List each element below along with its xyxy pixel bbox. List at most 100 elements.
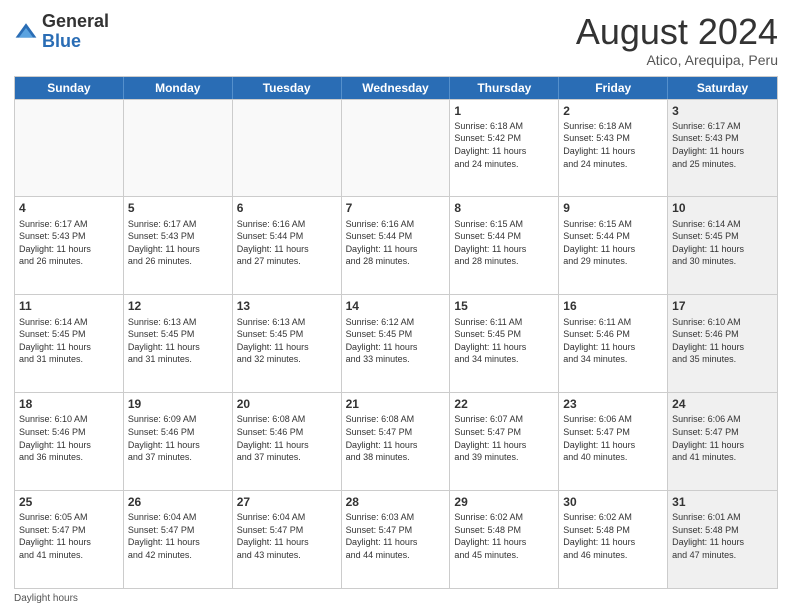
calendar-cell: 9Sunrise: 6:15 AM Sunset: 5:44 PM Daylig…	[559, 197, 668, 294]
day-info: Sunrise: 6:12 AM Sunset: 5:45 PM Dayligh…	[346, 316, 446, 366]
day-info: Sunrise: 6:03 AM Sunset: 5:47 PM Dayligh…	[346, 511, 446, 561]
calendar-cell: 6 Sunrise: 6:16 AM Sunset: 5:44 PM Daylig…	[233, 197, 342, 294]
day-number: 8	[454, 200, 554, 216]
calendar-cell: 1Sunrise: 6:18 AM Sunset: 5:42 PM Daylig…	[450, 100, 559, 197]
day-number: 3	[672, 103, 773, 119]
calendar-header-cell: Sunday	[15, 77, 124, 99]
calendar-cell: 12Sunrise: 6:13 AM Sunset: 5:45 PM Dayli…	[124, 295, 233, 392]
day-number: 5	[128, 200, 228, 216]
calendar-cell: 2Sunrise: 6:18 AM Sunset: 5:43 PM Daylig…	[559, 100, 668, 197]
calendar-cell: 18Sunrise: 6:10 AM Sunset: 5:46 PM Dayli…	[15, 393, 124, 490]
title-block: August 2024 Atico, Arequipa, Peru	[576, 12, 778, 68]
calendar-header-cell: Thursday	[450, 77, 559, 99]
day-number: 27	[237, 494, 337, 510]
calendar-cell	[233, 100, 342, 197]
calendar-header-cell: Saturday	[668, 77, 777, 99]
day-number: 24	[672, 396, 773, 412]
calendar-week: 11 Sunrise: 6:14 AM Sunset: 5:45 PM Dayli…	[15, 294, 777, 392]
day-number: 19	[128, 396, 228, 412]
calendar-header-cell: Monday	[124, 77, 233, 99]
day-info: Sunrise: 6:13 AM Sunset: 5:45 PM Dayligh…	[237, 316, 337, 366]
calendar-body: 1Sunrise: 6:18 AM Sunset: 5:42 PM Daylig…	[15, 99, 777, 588]
day-number: 20	[237, 396, 337, 412]
day-number: 4	[19, 200, 119, 216]
logo: General Blue	[14, 12, 109, 52]
calendar-header-cell: Tuesday	[233, 77, 342, 99]
day-number: 31	[672, 494, 773, 510]
calendar-cell	[15, 100, 124, 197]
calendar-cell: 26Sunrise: 6:04 AM Sunset: 5:47 PM Dayli…	[124, 491, 233, 588]
calendar-cell: 21Sunrise: 6:08 AM Sunset: 5:47 PM Dayli…	[342, 393, 451, 490]
logo-blue-text: Blue	[42, 32, 109, 52]
logo-general-text: General	[42, 12, 109, 32]
day-number: 21	[346, 396, 446, 412]
day-info: Sunrise: 6:17 AM Sunset: 5:43 PM Dayligh…	[128, 218, 228, 268]
calendar-cell: 14 Sunrise: 6:12 AM Sunset: 5:45 PM Dayli…	[342, 295, 451, 392]
calendar-cell	[342, 100, 451, 197]
day-number: 10	[672, 200, 773, 216]
calendar-cell: 17Sunrise: 6:10 AM Sunset: 5:46 PM Dayli…	[668, 295, 777, 392]
calendar-cell: 29Sunrise: 6:02 AM Sunset: 5:48 PM Dayli…	[450, 491, 559, 588]
day-number: 7	[346, 200, 446, 216]
day-info: Sunrise: 6:17 AM Sunset: 5:43 PM Dayligh…	[672, 120, 773, 170]
calendar-cell: 25Sunrise: 6:05 AM Sunset: 5:47 PM Dayli…	[15, 491, 124, 588]
day-number: 1	[454, 103, 554, 119]
calendar-cell: 16Sunrise: 6:11 AM Sunset: 5:46 PM Dayli…	[559, 295, 668, 392]
day-info: Sunrise: 6:16 AM Sunset: 5:44 PM Dayligh…	[237, 218, 337, 268]
day-number: 22	[454, 396, 554, 412]
subtitle: Atico, Arequipa, Peru	[576, 52, 778, 68]
day-info: Sunrise: 6:09 AM Sunset: 5:46 PM Dayligh…	[128, 413, 228, 463]
day-info: Sunrise: 6:04 AM Sunset: 5:47 PM Dayligh…	[128, 511, 228, 561]
calendar-cell: 30Sunrise: 6:02 AM Sunset: 5:48 PM Dayli…	[559, 491, 668, 588]
day-number: 12	[128, 298, 228, 314]
calendar-cell: 23Sunrise: 6:06 AM Sunset: 5:47 PM Dayli…	[559, 393, 668, 490]
calendar-cell: 7Sunrise: 6:16 AM Sunset: 5:44 PM Daylig…	[342, 197, 451, 294]
calendar-cell: 11 Sunrise: 6:14 AM Sunset: 5:45 PM Dayli…	[15, 295, 124, 392]
day-info: Sunrise: 6:18 AM Sunset: 5:42 PM Dayligh…	[454, 120, 554, 170]
day-number: 13	[237, 298, 337, 314]
day-number: 2	[563, 103, 663, 119]
day-info: Sunrise: 6:01 AM Sunset: 5:48 PM Dayligh…	[672, 511, 773, 561]
day-number: 14	[346, 298, 446, 314]
day-info: Sunrise: 6:08 AM Sunset: 5:47 PM Dayligh…	[346, 413, 446, 463]
calendar: SundayMondayTuesdayWednesdayThursdayFrid…	[14, 76, 778, 589]
logo-icon	[14, 20, 38, 44]
day-info: Sunrise: 6:06 AM Sunset: 5:47 PM Dayligh…	[672, 413, 773, 463]
day-number: 15	[454, 298, 554, 314]
day-info: Sunrise: 6:06 AM Sunset: 5:47 PM Dayligh…	[563, 413, 663, 463]
day-info: Sunrise: 6:14 AM Sunset: 5:45 PM Dayligh…	[672, 218, 773, 268]
calendar-cell: 31Sunrise: 6:01 AM Sunset: 5:48 PM Dayli…	[668, 491, 777, 588]
day-info: Sunrise: 6:02 AM Sunset: 5:48 PM Dayligh…	[563, 511, 663, 561]
header: General Blue August 2024 Atico, Arequipa…	[14, 12, 778, 68]
day-info: Sunrise: 6:05 AM Sunset: 5:47 PM Dayligh…	[19, 511, 119, 561]
calendar-cell: 28Sunrise: 6:03 AM Sunset: 5:47 PM Dayli…	[342, 491, 451, 588]
day-info: Sunrise: 6:15 AM Sunset: 5:44 PM Dayligh…	[454, 218, 554, 268]
day-info: Sunrise: 6:14 AM Sunset: 5:45 PM Dayligh…	[19, 316, 119, 366]
main-title: August 2024	[576, 12, 778, 52]
day-number: 18	[19, 396, 119, 412]
calendar-cell: 4 Sunrise: 6:17 AM Sunset: 5:43 PM Daylig…	[15, 197, 124, 294]
day-number: 30	[563, 494, 663, 510]
day-number: 16	[563, 298, 663, 314]
calendar-header-cell: Friday	[559, 77, 668, 99]
day-info: Sunrise: 6:17 AM Sunset: 5:43 PM Dayligh…	[19, 218, 119, 268]
day-info: Sunrise: 6:10 AM Sunset: 5:46 PM Dayligh…	[672, 316, 773, 366]
calendar-cell	[124, 100, 233, 197]
day-number: 23	[563, 396, 663, 412]
calendar-cell: 3Sunrise: 6:17 AM Sunset: 5:43 PM Daylig…	[668, 100, 777, 197]
day-number: 6	[237, 200, 337, 216]
calendar-header-row: SundayMondayTuesdayWednesdayThursdayFrid…	[15, 77, 777, 99]
day-info: Sunrise: 6:02 AM Sunset: 5:48 PM Dayligh…	[454, 511, 554, 561]
day-number: 11	[19, 298, 119, 314]
footer-label: Daylight hours	[14, 593, 78, 604]
day-info: Sunrise: 6:11 AM Sunset: 5:45 PM Dayligh…	[454, 316, 554, 366]
day-number: 9	[563, 200, 663, 216]
calendar-cell: 5 Sunrise: 6:17 AM Sunset: 5:43 PM Daylig…	[124, 197, 233, 294]
calendar-cell: 22Sunrise: 6:07 AM Sunset: 5:47 PM Dayli…	[450, 393, 559, 490]
day-info: Sunrise: 6:10 AM Sunset: 5:46 PM Dayligh…	[19, 413, 119, 463]
calendar-cell: 10 Sunrise: 6:14 AM Sunset: 5:45 PM Dayli…	[668, 197, 777, 294]
calendar-week: 4 Sunrise: 6:17 AM Sunset: 5:43 PM Daylig…	[15, 196, 777, 294]
day-number: 29	[454, 494, 554, 510]
footer: Daylight hours	[14, 593, 778, 604]
page: General Blue August 2024 Atico, Arequipa…	[0, 0, 792, 612]
